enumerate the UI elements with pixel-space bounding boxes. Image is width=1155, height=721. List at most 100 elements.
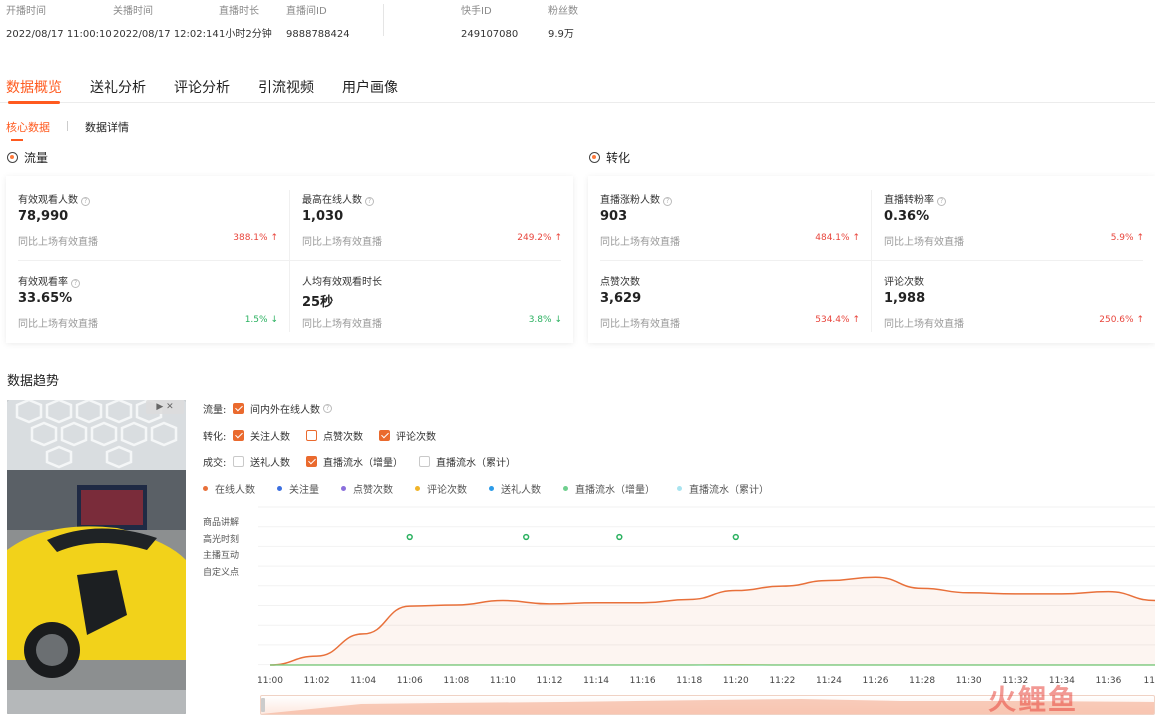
checkbox-comments[interactable]: 评论次数 <box>379 428 436 443</box>
legend-item[interactable]: 关注量 <box>277 481 319 496</box>
highlight-marker <box>616 533 623 541</box>
metric-change: 5.9% ↑ <box>1110 233 1144 243</box>
legend-item[interactable]: 评论次数 <box>415 481 467 496</box>
tab-comment-analysis[interactable]: 评论分析 <box>174 78 230 102</box>
trend-title: 数据趋势 <box>7 374 60 389</box>
checkbox-box[interactable] <box>306 455 317 467</box>
legend-dot-icon <box>341 485 346 491</box>
metric-card: 评论次数 1,988 同比上场有效直播 250.6% ↑ <box>872 258 1154 340</box>
metric-change: 3.8% ↓ <box>528 315 562 325</box>
metric-name: 评论次数 <box>884 277 924 288</box>
metric-change: 250.6% ↑ <box>1099 315 1144 325</box>
up-arrow-icon: ↑ <box>852 315 860 325</box>
help-icon[interactable]: ? <box>663 197 672 206</box>
trend-line-chart[interactable] <box>258 505 1155 673</box>
chart-legend: 在线人数 关注量 点赞次数 评论次数 送礼人数 直播流水（增量） 直播流水（累计） <box>203 481 791 496</box>
checkbox-online-users[interactable]: 间内外在线人数? <box>233 401 332 416</box>
help-icon[interactable]: ? <box>323 403 332 413</box>
tab-user-profile[interactable]: 用户画像 <box>342 78 398 102</box>
x-tick-label: 11:30 <box>955 676 982 686</box>
tab-traffic-video[interactable]: 引流视频 <box>258 78 314 102</box>
info-kuaishou-id: 快手ID 249107080 <box>461 6 519 40</box>
x-tick-label: 11:08 <box>443 676 470 686</box>
x-tick-label: 11:20 <box>722 676 749 686</box>
lane-label: 主播互动 <box>203 551 240 561</box>
metric-compare: 同比上场有效直播 <box>18 237 98 248</box>
lane-label: 高光时刻 <box>203 534 240 545</box>
subtab-separator <box>67 121 68 131</box>
checkbox-likes[interactable]: 点赞次数 <box>306 428 363 443</box>
highlight-marker <box>732 533 739 541</box>
metric-value: 78,990 <box>18 209 69 224</box>
lane-label: 商品讲解 <box>203 518 240 528</box>
checkbox-box[interactable] <box>233 429 244 441</box>
x-tick-label: 11:16 <box>629 676 656 686</box>
checkbox-gift-users[interactable]: 送礼人数 <box>233 454 290 469</box>
legend-item[interactable]: 直播流水（累计） <box>677 481 769 496</box>
info-divider <box>383 4 384 36</box>
up-arrow-icon: ↑ <box>1136 315 1144 325</box>
subtab-core-data[interactable]: 核心数据 <box>6 119 50 141</box>
metric-name: 点赞次数 <box>600 277 640 288</box>
help-icon[interactable]: ? <box>81 197 90 206</box>
filter-label: 成交: <box>203 457 227 469</box>
filter-label: 流量: <box>203 404 227 416</box>
metric-card: 最高在线人数? 1,030 同比上场有效直播 249.2% ↑ <box>290 176 572 258</box>
metric-change: 484.1% ↑ <box>815 233 860 243</box>
metric-name: 有效观看率 <box>18 277 68 288</box>
tab-gift-analysis[interactable]: 送礼分析 <box>90 78 146 102</box>
legend-label: 送礼人数 <box>501 484 541 496</box>
checkbox-box[interactable] <box>233 402 244 414</box>
x-tick-label: 11:10 <box>489 676 516 686</box>
event-lanes: 商品讲解 高光时刻 主播互动 自定义点 <box>203 517 239 583</box>
checkbox-box[interactable] <box>306 429 317 441</box>
checkbox-box[interactable] <box>419 455 430 467</box>
legend-item[interactable]: 直播流水（增量） <box>563 481 655 496</box>
range-slider-handle[interactable] <box>261 698 265 712</box>
help-icon[interactable]: ? <box>937 197 946 206</box>
x-tick-label: 11:24 <box>815 676 842 686</box>
up-arrow-icon: ↑ <box>852 233 860 243</box>
highlight-marker <box>406 533 413 541</box>
info-room-id: 直播间ID 9888788424 <box>286 6 350 40</box>
tab-overview[interactable]: 数据概览 <box>6 78 62 104</box>
legend-label: 点赞次数 <box>353 484 393 496</box>
checkbox-revenue-incremental[interactable]: 直播流水（增量） <box>306 454 403 469</box>
metric-value: 1,030 <box>302 209 344 224</box>
metric-change: 388.1% ↑ <box>233 233 278 243</box>
x-tick-label: 11:22 <box>769 676 796 686</box>
x-tick-label: 11:04 <box>350 676 377 686</box>
metric-compare: 同比上场有效直播 <box>600 237 680 248</box>
live-video-preview[interactable]: ▶ ✕ <box>7 400 186 714</box>
metric-compare: 同比上场有效直播 <box>18 319 98 330</box>
help-icon[interactable]: ? <box>365 197 374 206</box>
ad-close-badge[interactable]: ▶ ✕ <box>146 400 184 414</box>
help-icon[interactable]: ? <box>71 279 80 288</box>
metric-card: 有效观看率? 33.65% 同比上场有效直播 1.5% ↓ <box>6 258 288 340</box>
highlight-marker <box>523 533 530 541</box>
metric-compare: 同比上场有效直播 <box>600 319 680 330</box>
legend-item[interactable]: 在线人数 <box>203 481 255 496</box>
checkbox-follows[interactable]: 关注人数 <box>233 428 290 443</box>
legend-item[interactable]: 送礼人数 <box>489 481 541 496</box>
subtab-data-details[interactable]: 数据详情 <box>85 119 129 135</box>
metric-card: 直播转粉率? 0.36% 同比上场有效直播 5.9% ↑ <box>872 176 1154 258</box>
conversion-panel: 直播涨粉人数? 903 同比上场有效直播 484.1% ↑ 直播转粉率? 0.3… <box>588 176 1155 343</box>
legend-item[interactable]: 点赞次数 <box>341 481 393 496</box>
x-tick-label: 11:36 <box>1095 676 1122 686</box>
x-axis-ticks: 11:00 11:02 11:04 11:06 11:08 11:10 11:12 11:14… <box>0 676 1155 690</box>
metric-name: 最高在线人数 <box>302 195 362 206</box>
checkbox-revenue-cumulative[interactable]: 直播流水（累计） <box>419 454 516 469</box>
x-tick-label: 11:02 <box>303 676 330 686</box>
down-arrow-icon: ↓ <box>554 315 562 325</box>
filter-row-conversion: 转化: 关注人数 点赞次数 评论次数 <box>203 427 452 443</box>
metric-value: 903 <box>600 209 628 224</box>
checkbox-box[interactable] <box>233 455 244 467</box>
x-tick-label: 11:00 <box>257 676 283 686</box>
metric-name: 有效观看人数 <box>18 195 78 206</box>
section-conversion-title: 转化 <box>589 149 630 165</box>
checkbox-box[interactable] <box>379 429 390 441</box>
up-arrow-icon: ↑ <box>1136 233 1144 243</box>
legend-label: 评论次数 <box>427 484 467 496</box>
metric-name: 直播涨粉人数 <box>600 195 660 206</box>
